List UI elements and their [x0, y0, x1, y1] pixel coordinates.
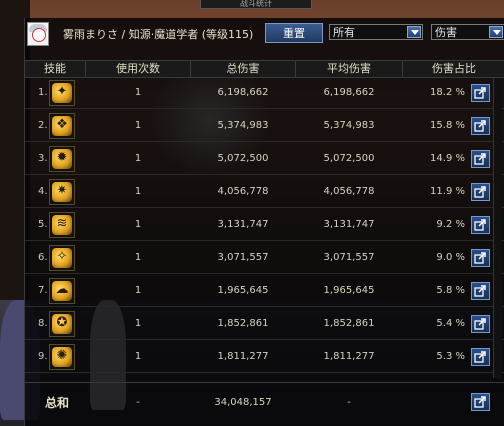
skill-icon: ✷	[49, 179, 75, 205]
chevron-down-icon[interactable]	[407, 26, 421, 38]
use-count: 1	[134, 285, 142, 296]
row-number: 6.	[38, 252, 48, 263]
total-damage: 6,198,662	[217, 87, 269, 98]
summary-avg: -	[347, 397, 351, 408]
share-icon[interactable]	[471, 183, 490, 201]
target-filter-value: 所有	[333, 26, 355, 39]
row-number: 5.	[38, 219, 48, 230]
row-number: 2.	[38, 120, 48, 131]
table-row: 3. ✹ 1 5,072,500 5,072,500 14.9 %	[25, 144, 504, 175]
share-icon[interactable]	[471, 315, 490, 333]
damage-share: 14.9 %	[430, 153, 465, 164]
use-count: 1	[134, 351, 142, 362]
average-damage: 1,965,645	[323, 285, 375, 296]
average-damage: 3,131,747	[323, 219, 375, 230]
total-damage: 3,131,747	[217, 219, 269, 230]
average-damage: 1,852,861	[323, 318, 375, 329]
table-row: 4. ✷ 1 4,056,778 4,056,778 11.9 %	[25, 177, 504, 208]
row-number: 3.	[38, 153, 48, 164]
use-count: 1	[134, 87, 142, 98]
metric-filter-dropdown[interactable]: 伤害	[431, 24, 504, 40]
summary-count: -	[136, 397, 140, 408]
share-icon[interactable]	[471, 282, 490, 300]
column-count[interactable]: 使用次数	[86, 61, 191, 77]
player-name: 雾雨まりさ / 知源·魔道学者 (等级115)	[63, 28, 254, 41]
scrollbar[interactable]	[493, 78, 502, 378]
column-avg[interactable]: 平均伤害	[296, 61, 403, 77]
skill-icon: ✧	[49, 245, 75, 271]
chevron-down-icon[interactable]	[489, 26, 503, 38]
column-share[interactable]: 伤害占比	[403, 61, 504, 77]
use-count: 1	[134, 186, 142, 197]
target-filter-dropdown[interactable]: 所有	[329, 24, 423, 40]
share-icon[interactable]	[471, 150, 490, 168]
damage-share: 9.2 %	[436, 219, 465, 230]
total-damage: 5,072,500	[217, 153, 269, 164]
average-damage: 5,374,983	[323, 120, 375, 131]
skill-icon: ✪	[49, 311, 75, 337]
total-damage: 1,965,645	[217, 285, 269, 296]
skill-icon: ❖	[49, 113, 75, 139]
total-damage: 5,374,983	[217, 120, 269, 131]
table-header: 技能 使用次数 总伤害 平均伤害 伤害占比	[25, 60, 504, 78]
skill-icon: ✹	[49, 146, 75, 172]
row-number: 7.	[38, 285, 48, 296]
table-row: 5. ≋ 1 3,131,747 3,131,747 9.2 %	[25, 210, 504, 241]
share-icon[interactable]	[471, 249, 490, 267]
use-count: 1	[134, 120, 142, 131]
skill-icon: ≋	[49, 212, 75, 238]
row-number: 1.	[38, 87, 48, 98]
use-count: 1	[134, 219, 142, 230]
table-row: 6. ✧ 1 3,071,557 3,071,557 9.0 %	[25, 243, 504, 274]
table-row: 1. ✦ 1 6,198,662 6,198,662 18.2 %	[25, 78, 504, 109]
damage-stats-panel: 雾雨まりさ / 知源·魔道学者 (等级115) 重置 所有 伤害 技能 使用次数…	[24, 18, 504, 426]
row-number: 8.	[38, 318, 48, 329]
table-row: 7. ☁ 1 1,965,645 1,965,645 5.8 %	[25, 276, 504, 307]
share-icon[interactable]	[471, 393, 490, 411]
summary-total: 34,048,157	[214, 397, 272, 408]
average-damage: 6,198,662	[323, 87, 375, 98]
share-icon[interactable]	[471, 117, 490, 135]
reset-button[interactable]: 重置	[265, 23, 323, 43]
total-damage: 1,811,277	[217, 351, 269, 362]
damage-share: 5.8 %	[436, 285, 465, 296]
average-damage: 1,811,277	[323, 351, 375, 362]
use-count: 1	[134, 153, 142, 164]
summary-label: 总和	[45, 396, 70, 410]
panel-header: 雾雨まりさ / 知源·魔道学者 (等级115) 重置 所有 伤害	[25, 18, 504, 48]
skill-icon: ✺	[49, 344, 75, 370]
metric-filter-value: 伤害	[435, 26, 457, 39]
summary-row: 总和 - 34,048,157 -	[25, 382, 504, 423]
row-number: 9.	[38, 351, 48, 362]
column-skill[interactable]: 技能	[25, 61, 86, 77]
damage-share: 18.2 %	[430, 87, 465, 98]
share-icon[interactable]	[471, 84, 490, 102]
average-damage: 3,071,557	[323, 252, 375, 263]
damage-share: 11.9 %	[430, 186, 465, 197]
average-damage: 4,056,778	[323, 186, 375, 197]
skill-icon: ✦	[49, 80, 75, 106]
share-icon[interactable]	[471, 348, 490, 366]
total-damage: 1,852,861	[217, 318, 269, 329]
damage-share: 5.4 %	[436, 318, 465, 329]
row-number: 4.	[38, 186, 48, 197]
damage-share: 5.3 %	[436, 351, 465, 362]
damage-share: 15.8 %	[430, 120, 465, 131]
share-icon[interactable]	[471, 216, 490, 234]
table-row: 9. ✺ 1 1,811,277 1,811,277 5.3 %	[25, 342, 504, 373]
avatar-face	[32, 28, 46, 42]
total-damage: 4,056,778	[217, 186, 269, 197]
column-total[interactable]: 总伤害	[191, 61, 296, 77]
use-count: 1	[134, 318, 142, 329]
use-count: 1	[134, 252, 142, 263]
total-damage: 3,071,557	[217, 252, 269, 263]
skill-icon: ☁	[49, 278, 75, 304]
avatar	[27, 22, 49, 46]
table-row: 2. ❖ 1 5,374,983 5,374,983 15.8 %	[25, 111, 504, 142]
average-damage: 5,072,500	[323, 153, 375, 164]
damage-share: 9.0 %	[436, 252, 465, 263]
window-title: 战斗统计	[200, 0, 312, 9]
table-row: 8. ✪ 1 1,852,861 1,852,861 5.4 %	[25, 309, 504, 340]
